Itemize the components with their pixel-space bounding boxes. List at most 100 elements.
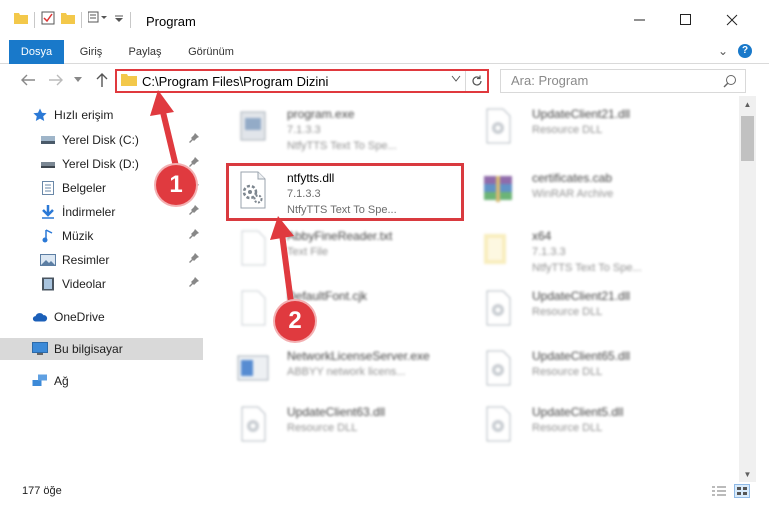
file-item[interactable]: x64 7.1.3.3 NtfyTTS Text To Spe... bbox=[474, 224, 714, 276]
sidebar-item-label: Resimler bbox=[62, 253, 110, 267]
search-input[interactable]: Ara: Program bbox=[500, 69, 746, 93]
file-item[interactable]: UpdateClient63.dll Resource DLL bbox=[229, 400, 469, 452]
address-row: C:\Program Files\Program Dizini Ara: Pro… bbox=[0, 64, 769, 96]
search-icon[interactable] bbox=[723, 73, 737, 95]
tiles-view-icon[interactable] bbox=[734, 484, 750, 498]
file-item[interactable]: UpdateClient65.dll Resource DLL bbox=[474, 344, 714, 396]
file-item[interactable]: UpdateClient5.dll Resource DLL bbox=[474, 400, 714, 452]
file-description: ABBYY network licens... bbox=[287, 366, 406, 378]
file-name: UpdateClient63.dll bbox=[287, 405, 386, 419]
sidebar-item-music[interactable]: Müzik bbox=[0, 225, 203, 247]
sidebar-item-label: Ağ bbox=[54, 374, 69, 388]
sidebar-item-onedrive[interactable]: OneDrive bbox=[0, 306, 203, 328]
ribbon-tabs: Dosya Giriş Paylaş Görünüm ⌄ ? bbox=[0, 40, 769, 64]
callout-marker-1: 1 bbox=[156, 165, 196, 205]
drive-icon bbox=[40, 156, 56, 172]
ribbon-collapse-icon[interactable]: ⌄ bbox=[718, 44, 728, 58]
sidebar-item-label: Müzik bbox=[62, 229, 94, 243]
scroll-thumb[interactable] bbox=[741, 116, 754, 161]
callout-marker-2: 2 bbox=[275, 301, 315, 341]
sidebar-item-label: İndirmeler bbox=[62, 205, 116, 219]
file-type: Resource DLL bbox=[287, 422, 358, 434]
sidebar-item-label: OneDrive bbox=[54, 310, 105, 324]
tab-giris[interactable]: Giriş bbox=[70, 40, 112, 64]
file-name: UpdateClient5.dll bbox=[532, 405, 624, 419]
file-item[interactable]: DefaultFont.cjk bbox=[229, 284, 469, 336]
divider bbox=[34, 11, 35, 28]
recent-locations-icon[interactable] bbox=[72, 70, 84, 90]
file-name: certificates.cab bbox=[532, 171, 613, 185]
help-icon[interactable]: ? bbox=[738, 44, 752, 58]
pin-icon[interactable] bbox=[189, 229, 199, 242]
file-name: UpdateClient21.dll bbox=[532, 107, 631, 121]
refresh-button[interactable] bbox=[465, 71, 487, 91]
up-button[interactable] bbox=[92, 70, 112, 90]
sidebar-item-label: Belgeler bbox=[62, 181, 107, 195]
quick-access-toolbar bbox=[14, 11, 131, 28]
pin-icon[interactable] bbox=[189, 253, 199, 266]
sidebar-item-network[interactable]: Ağ bbox=[0, 370, 203, 392]
vertical-scrollbar[interactable]: ▲ ▼ bbox=[739, 96, 756, 482]
drive-icon bbox=[40, 132, 56, 148]
file-name: UpdateClient21.dll bbox=[532, 289, 631, 303]
dll-icon bbox=[478, 288, 522, 332]
forward-button[interactable] bbox=[46, 70, 66, 90]
file-description: NtfyTTS Text To Spe... bbox=[532, 262, 642, 274]
divider bbox=[81, 11, 82, 28]
tab-gorunum[interactable]: Görünüm bbox=[180, 40, 242, 64]
view-options-icon[interactable] bbox=[87, 11, 108, 28]
file-item[interactable]: program.exe 7.1.3.3 NtfyTTS Text To Spe.… bbox=[229, 102, 469, 154]
scroll-down-icon[interactable]: ▼ bbox=[739, 466, 756, 482]
divider bbox=[130, 11, 131, 28]
file-type: Resource DLL bbox=[532, 124, 603, 136]
pin-icon[interactable] bbox=[189, 205, 199, 218]
star-icon bbox=[32, 107, 48, 123]
documents-icon bbox=[40, 180, 56, 196]
videos-icon bbox=[40, 276, 56, 292]
file-name: program.exe bbox=[287, 107, 355, 121]
sidebar-item-label: Bu bilgisayar bbox=[54, 342, 123, 356]
address-path[interactable]: C:\Program Files\Program Dizini bbox=[142, 74, 328, 89]
title-bar: Program bbox=[0, 0, 769, 40]
folder-icon bbox=[14, 11, 28, 28]
file-description: NtfyTTS Text To Spe... bbox=[287, 140, 397, 152]
pin-icon[interactable] bbox=[189, 277, 199, 290]
file-item[interactable]: NetworkLicenseServer.exe ABBYY network l… bbox=[229, 344, 469, 396]
file-type: WinRAR Archive bbox=[532, 188, 614, 200]
file-item[interactable]: certificates.cab WinRAR Archive bbox=[474, 166, 714, 218]
file-type: Resource DLL bbox=[532, 422, 603, 434]
tab-paylas[interactable]: Paylaş bbox=[122, 40, 168, 64]
file-type: Resource DLL bbox=[532, 306, 603, 318]
exe-icon bbox=[233, 106, 277, 150]
maximize-button[interactable] bbox=[663, 0, 709, 40]
close-button[interactable] bbox=[709, 0, 755, 40]
scroll-up-icon[interactable]: ▲ bbox=[739, 96, 756, 112]
minimize-button[interactable] bbox=[617, 0, 663, 40]
sidebar-item-label: Hızlı erişim bbox=[54, 108, 114, 122]
archive-icon bbox=[478, 170, 522, 214]
dll-icon bbox=[478, 404, 522, 448]
sidebar-item-pictures[interactable]: Resimler bbox=[0, 249, 203, 271]
folder-icon bbox=[478, 228, 522, 272]
tab-dosya[interactable]: Dosya bbox=[9, 40, 64, 64]
sidebar-item-this-pc[interactable]: Bu bilgisayar bbox=[0, 338, 203, 360]
file-item[interactable]: AbbyFineReader.txt Text File bbox=[229, 224, 469, 276]
file-item[interactable]: UpdateClient21.dll Resource DLL bbox=[474, 284, 714, 336]
back-button[interactable] bbox=[18, 70, 38, 90]
file-type: Resource DLL bbox=[532, 366, 603, 378]
file-item[interactable]: UpdateClient21.dll Resource DLL bbox=[474, 102, 714, 154]
customize-toolbar-icon[interactable] bbox=[114, 11, 124, 28]
file-version: 7.1.3.3 bbox=[532, 246, 566, 258]
this-pc-icon bbox=[32, 341, 48, 357]
exe-icon bbox=[233, 348, 277, 392]
properties-icon[interactable] bbox=[41, 11, 55, 28]
music-icon bbox=[40, 228, 56, 244]
new-folder-icon[interactable] bbox=[61, 11, 75, 28]
callout-arrow-2 bbox=[270, 216, 295, 311]
details-view-icon[interactable] bbox=[712, 485, 726, 500]
status-bar: 177 öğe bbox=[0, 482, 769, 502]
dll-icon bbox=[478, 348, 522, 392]
network-icon bbox=[32, 373, 48, 389]
sidebar-item-videos[interactable]: Videolar bbox=[0, 273, 203, 295]
address-dropdown-icon[interactable] bbox=[451, 74, 461, 86]
